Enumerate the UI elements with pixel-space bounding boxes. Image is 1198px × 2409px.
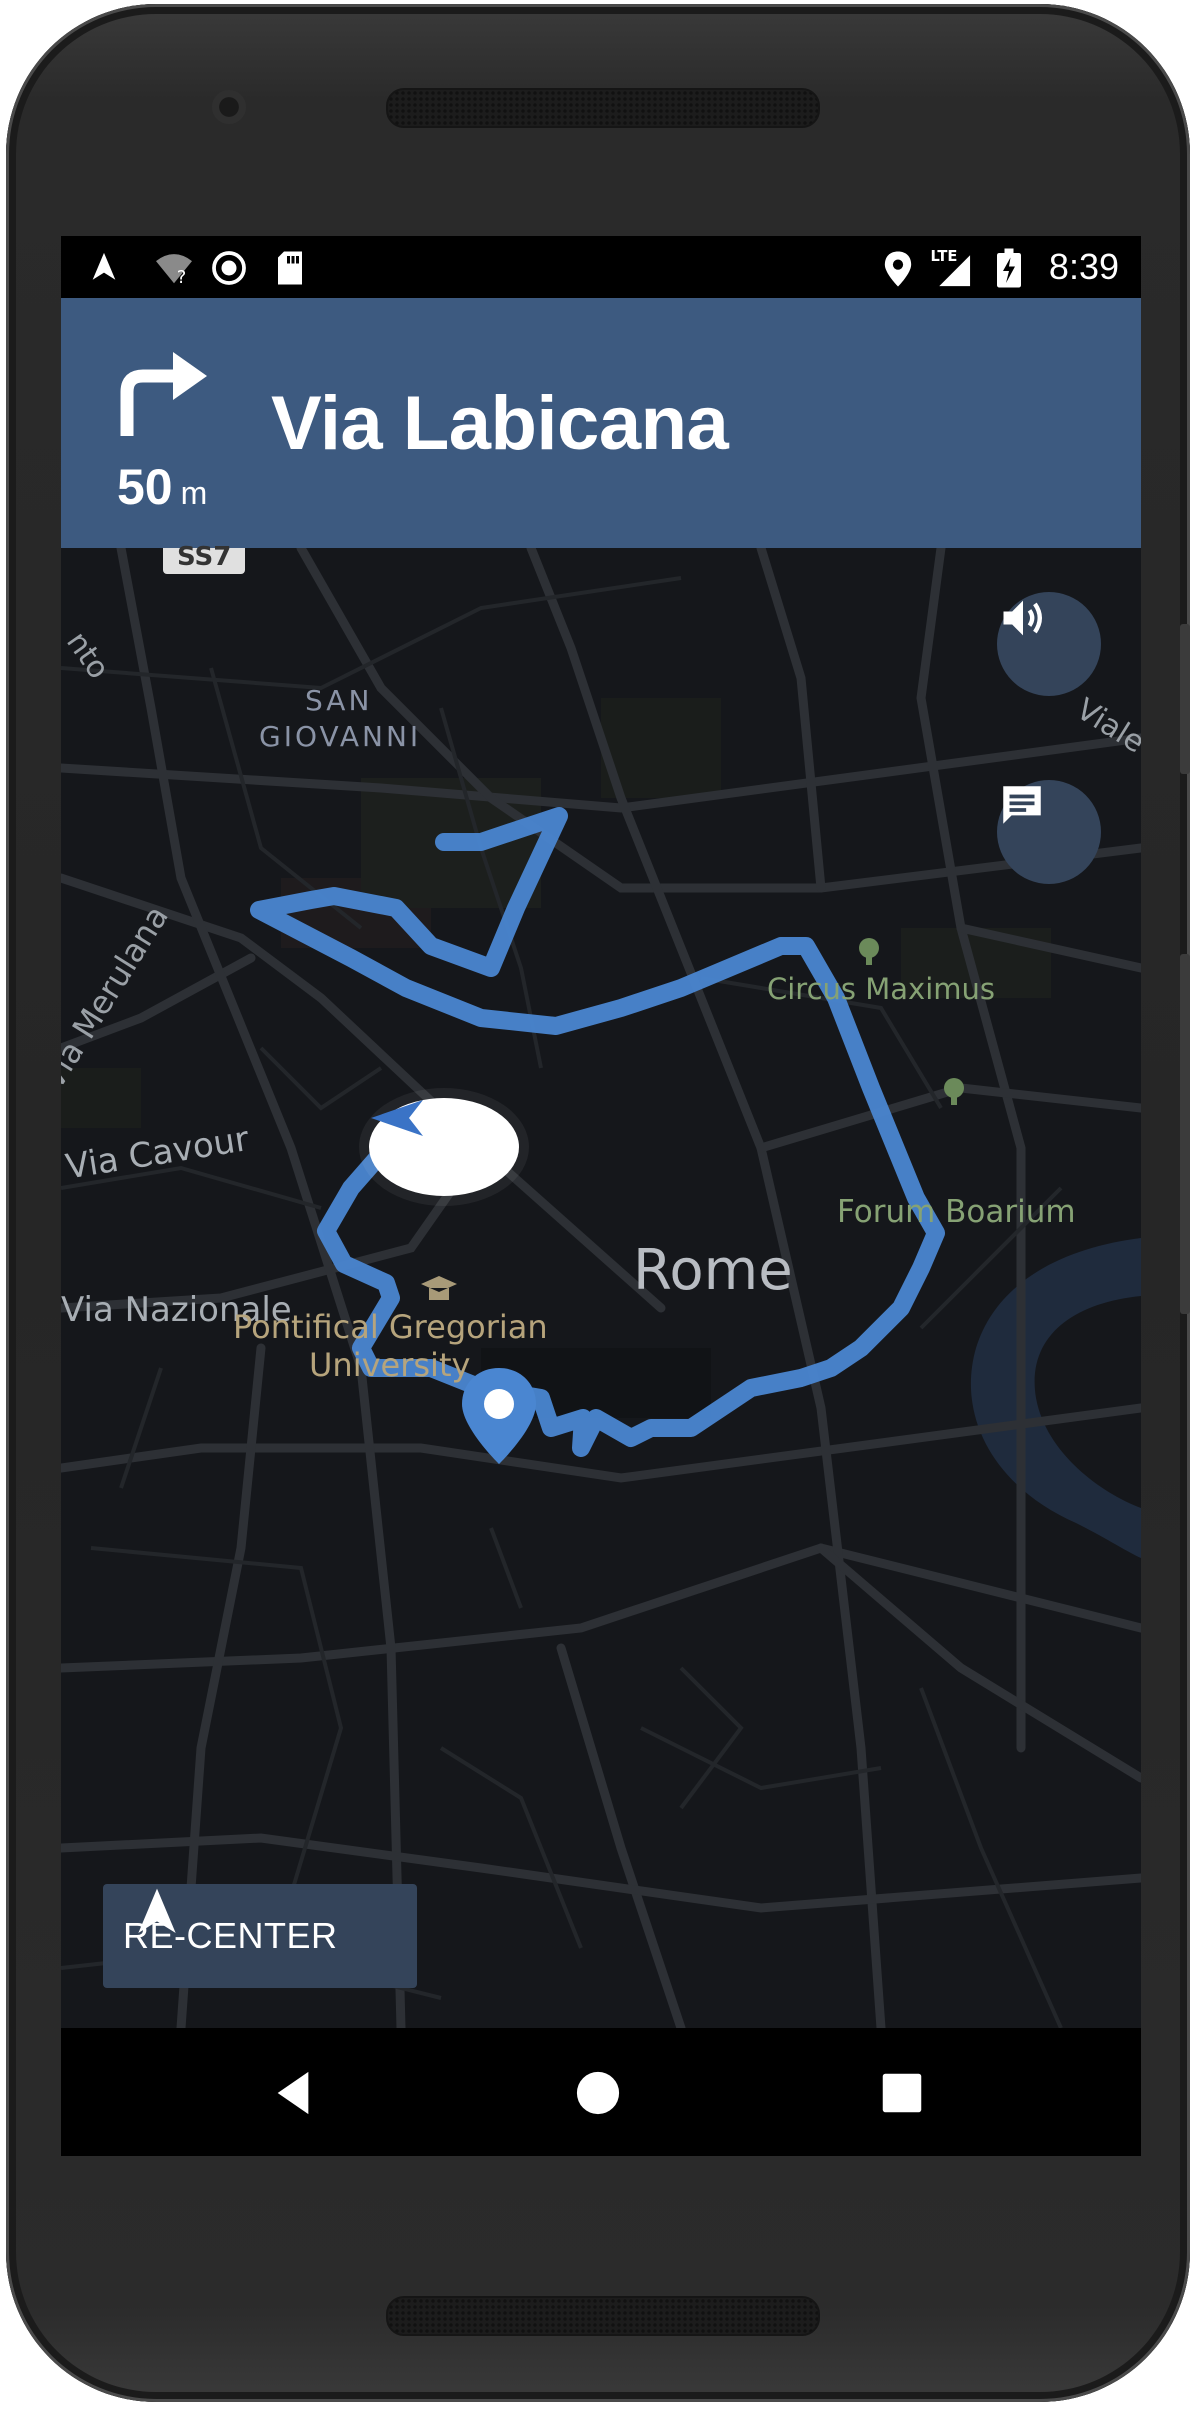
home-circle-icon bbox=[576, 2071, 620, 2115]
messages-button[interactable] bbox=[997, 780, 1101, 884]
record-icon bbox=[211, 250, 247, 291]
navigation-icon bbox=[87, 250, 121, 289]
back-button[interactable] bbox=[273, 2070, 313, 2121]
status-bar: ? LTE 8:39 bbox=[61, 236, 1141, 298]
home-button[interactable] bbox=[575, 2070, 621, 2121]
volume-button bbox=[1180, 954, 1190, 1314]
svg-text:?: ? bbox=[177, 267, 187, 286]
clock: 8:39 bbox=[1048, 246, 1119, 287]
label-rome: Rome bbox=[633, 1238, 793, 1303]
battery-charging-icon bbox=[997, 248, 1021, 293]
label-university: University bbox=[309, 1346, 471, 1384]
volume-icon bbox=[1003, 600, 1042, 636]
recents-square-icon bbox=[882, 2073, 922, 2113]
destination-pin-icon bbox=[462, 1368, 536, 1464]
label-san: SAN bbox=[305, 684, 373, 717]
next-street-name: Via Labicana bbox=[271, 381, 729, 466]
label-circus-maximus: Circus Maximus bbox=[767, 972, 995, 1006]
label-forum-boarium: Forum Boarium bbox=[837, 1194, 1076, 1230]
navigation-header[interactable]: 50 m Via Labicana bbox=[61, 298, 1141, 548]
earpiece-speaker bbox=[386, 88, 820, 128]
turn-right-icon bbox=[113, 340, 209, 445]
recenter-button[interactable]: RE-CENTER bbox=[103, 1884, 417, 1988]
label-giovanni: GIOVANNI bbox=[259, 720, 422, 753]
recents-button[interactable] bbox=[881, 2072, 923, 2119]
heading-arrow-icon bbox=[371, 1100, 423, 1136]
map-canvas bbox=[61, 548, 1141, 2028]
sd-card-icon bbox=[275, 250, 305, 291]
location-icon bbox=[883, 250, 913, 293]
bottom-speaker bbox=[386, 2296, 820, 2336]
screen: ? LTE 8:39 50 m Via Labicana SS7 SAN GIO… bbox=[61, 236, 1141, 2156]
power-button bbox=[1180, 624, 1190, 774]
navigation-arrow-icon bbox=[138, 1888, 176, 1933]
distance-value: 50 bbox=[117, 459, 173, 515]
lte-signal-icon: LTE bbox=[929, 246, 973, 293]
network-type-label: LTE bbox=[930, 248, 957, 265]
back-triangle-icon bbox=[277, 2071, 309, 2115]
phone-frame: ? LTE 8:39 50 m Via Labicana SS7 SAN GIO… bbox=[6, 4, 1190, 2402]
distance-to-turn: 50 m bbox=[117, 458, 207, 516]
message-icon bbox=[1003, 786, 1041, 824]
map-view[interactable]: SS7 SAN GIOVANNI nto Viale M Via Merulan… bbox=[61, 542, 1141, 2028]
distance-unit: m bbox=[180, 475, 208, 511]
system-navigation-bar bbox=[61, 2028, 1141, 2156]
road-shield-ss7: SS7 bbox=[177, 542, 232, 572]
label-pontifical: Pontifical Gregorian bbox=[233, 1308, 548, 1346]
wifi-unknown-icon: ? bbox=[153, 250, 195, 291]
sound-toggle-button[interactable] bbox=[997, 592, 1101, 696]
front-camera bbox=[212, 90, 246, 124]
current-location-puck bbox=[369, 1098, 519, 1196]
